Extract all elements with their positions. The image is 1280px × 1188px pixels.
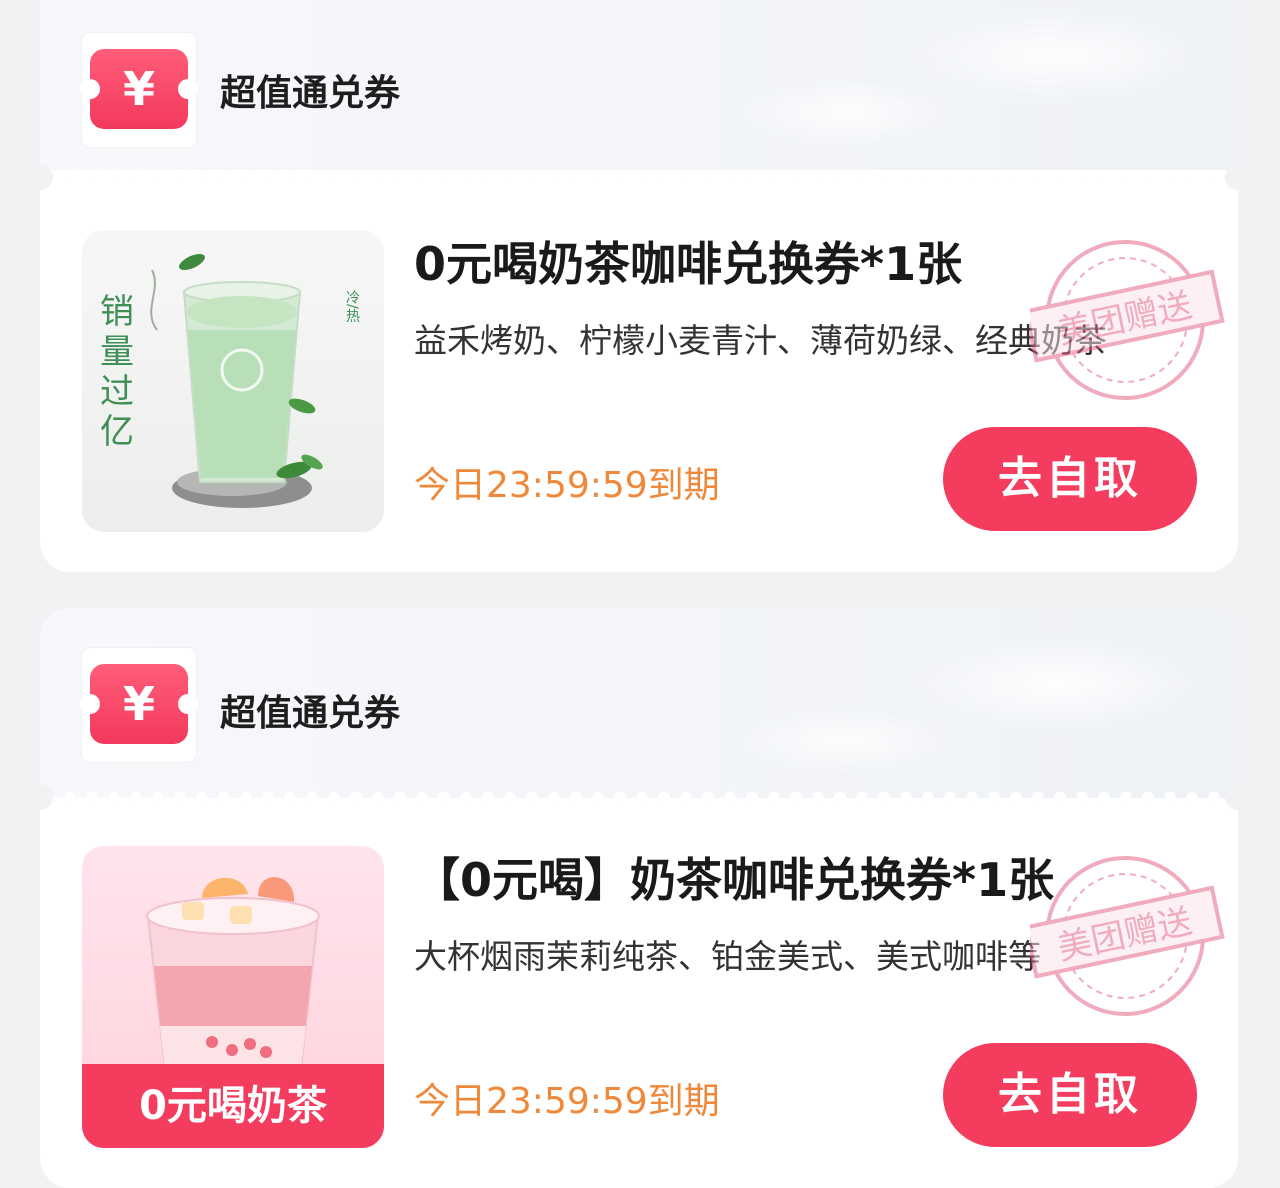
perforation-divider — [40, 170, 1238, 184]
pickup-button[interactable]: 去自取 — [943, 1043, 1197, 1147]
coupon-description: 益禾烤奶、柠檬小麦青汁、薄荷奶绿、经典奶茶 — [414, 321, 1107, 360]
coupon-card[interactable]: ¥ 超值通兑券 0元喝奶茶 【0元喝】奶茶咖啡兑换券*1张 大杯烟雨茉莉纯茶、铂… — [40, 608, 1238, 1188]
coupon-description: 大杯烟雨茉莉纯茶、铂金美式、美式咖啡等 — [414, 937, 1041, 976]
expiry-time: 今日23:59:59到期 — [414, 465, 720, 506]
product-image[interactable]: 0元喝奶茶 — [82, 846, 384, 1148]
product-vertical-slogan: 销 量 过 亿 — [100, 292, 134, 452]
pickup-button[interactable]: 去自取 — [943, 427, 1197, 531]
product-image[interactable]: 销 量 过 亿 冷/热 — [82, 230, 384, 532]
ticket-notch — [1225, 784, 1238, 810]
perforation-divider — [40, 790, 1238, 804]
coupon-card[interactable]: ¥ 超值通兑券 销 量 过 亿 冷/热 0元喝奶茶咖啡兑换券*1张 益禾烤奶、柠… — [40, 0, 1238, 572]
coupon-title: 【0元喝】奶茶咖啡兑换券*1张 — [414, 853, 1055, 907]
yen-ticket-icon: ¥ — [80, 49, 198, 129]
expiry-time: 今日23:59:59到期 — [414, 1081, 720, 1122]
coupon-title: 0元喝奶茶咖啡兑换券*1张 — [414, 237, 963, 291]
product-banner: 0元喝奶茶 — [82, 1064, 384, 1148]
coupon-type-title: 超值通兑券 — [220, 693, 401, 734]
coupon-logo: ¥ — [80, 33, 198, 147]
ticket-notch — [1225, 164, 1238, 190]
coupon-logo: ¥ — [80, 648, 198, 762]
yen-ticket-icon: ¥ — [80, 664, 198, 744]
temperature-label: 冷/热 — [344, 290, 360, 323]
coupon-type-title: 超值通兑券 — [220, 73, 401, 114]
